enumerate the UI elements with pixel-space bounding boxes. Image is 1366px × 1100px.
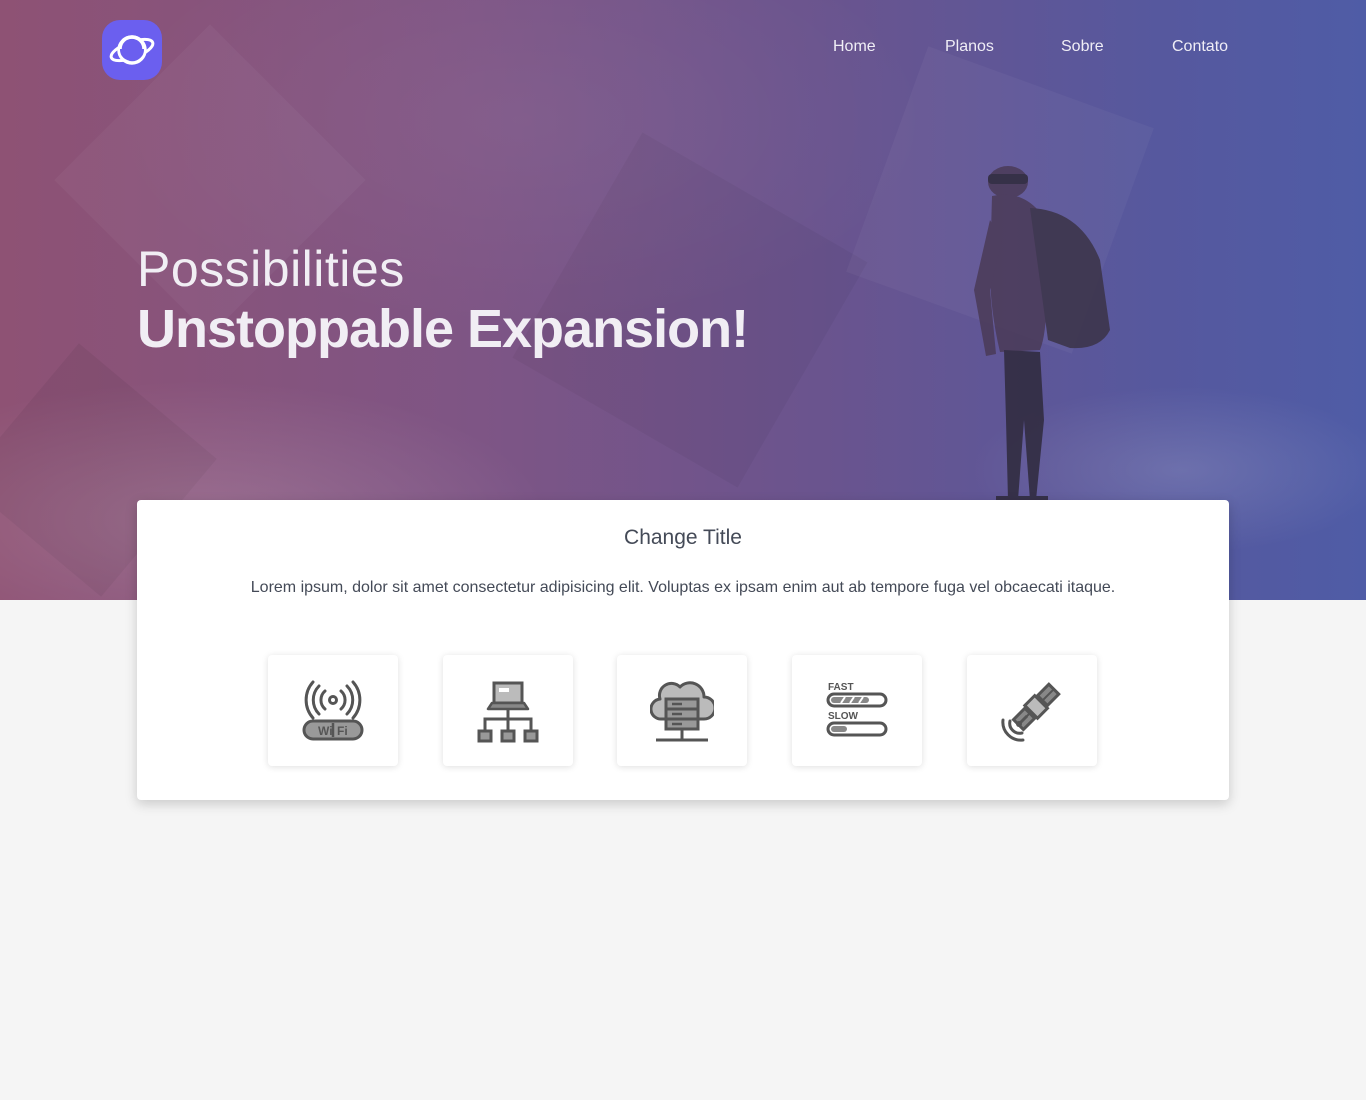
svg-text:FAST: FAST <box>828 682 854 693</box>
hero-subtitle: Possibilities <box>137 241 405 297</box>
speed-icon: FAST SLOW <box>826 682 888 736</box>
cloud-server-icon <box>650 680 714 741</box>
nav-sobre[interactable]: Sobre <box>1061 38 1104 56</box>
svg-text:Wi: Wi <box>318 724 333 738</box>
main-nav: Home Planos Sobre Contato <box>0 38 1366 62</box>
features-card: Change Title Lorem ipsum, dolor sit amet… <box>137 500 1229 800</box>
card-title: Change Title <box>624 526 742 549</box>
network-icon <box>477 681 539 742</box>
nav-home[interactable]: Home <box>833 38 876 56</box>
card-description: Lorem ipsum, dolor sit amet consectetur … <box>250 579 1116 596</box>
feature-speed[interactable]: FAST SLOW <box>792 655 922 766</box>
feature-network[interactable] <box>443 655 573 766</box>
satellite-icon <box>1001 681 1061 742</box>
wifi-router-icon: Wi Fi <box>302 680 364 740</box>
hero-title: Unstoppable Expansion! <box>137 299 749 359</box>
feature-satellite[interactable] <box>967 655 1097 766</box>
feature-cloud[interactable] <box>617 655 747 766</box>
svg-text:Fi: Fi <box>337 724 348 738</box>
nav-planos[interactable]: Planos <box>945 38 994 56</box>
feature-wifi[interactable]: Wi Fi <box>268 655 398 766</box>
svg-text:SLOW: SLOW <box>828 711 859 722</box>
nav-contato[interactable]: Contato <box>1172 38 1228 56</box>
